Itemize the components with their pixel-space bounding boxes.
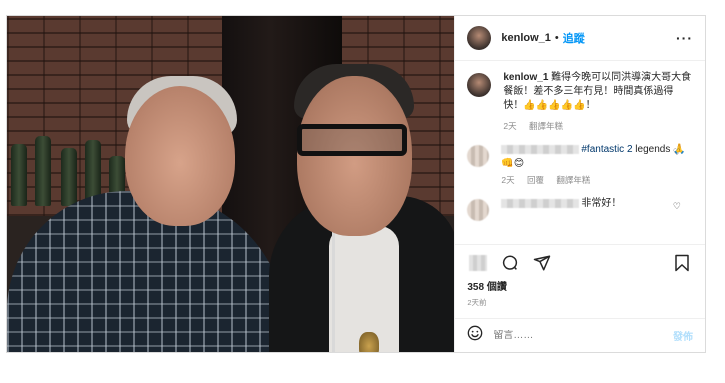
comment-meta: 2天 回覆 翻譯年糕 — [501, 173, 693, 187]
blurred-avatar[interactable] — [467, 199, 490, 221]
translate-link[interactable]: 翻譯年糕 — [529, 121, 563, 131]
left-person-face — [125, 86, 235, 226]
jacket-stripe — [275, 211, 335, 352]
emoji-icon[interactable] — [467, 325, 483, 346]
comments-list[interactable]: kenlow_1 難得今晚可以同洪導演大哥大食餐飯！差不多三年冇見！時間真係過得… — [455, 61, 705, 244]
post-header: kenlow_1 • 追蹤 ··· — [455, 16, 705, 61]
header-username[interactable]: kenlow_1 — [501, 32, 551, 44]
hashtag-link[interactable]: #fantastic 2 — [581, 144, 632, 155]
follow-button[interactable]: 追蹤 — [563, 30, 585, 46]
comment-input[interactable] — [493, 330, 673, 341]
like-heart-icon[interactable] — [467, 252, 489, 274]
blurred-username[interactable] — [501, 198, 580, 208]
pendant — [359, 332, 379, 352]
blurred-avatar[interactable] — [467, 145, 490, 167]
separator-dot: • — [554, 32, 559, 44]
add-comment-bar: 發佈 — [455, 318, 705, 352]
comment-item: #fantastic 2 legends 🙏👊😊 2天 回覆 翻譯年糕 ♡ — [467, 143, 693, 187]
post-comment-button[interactable]: 發佈 — [673, 328, 693, 343]
comment-text: 非常好！ — [581, 198, 622, 209]
comment-item: 非常好！ ♡ — [467, 197, 693, 221]
comment-icon[interactable] — [499, 252, 521, 274]
avatar[interactable] — [467, 73, 492, 97]
post-time[interactable]: 2天前 — [455, 296, 705, 312]
comment-like-heart-icon[interactable]: ♡ — [673, 147, 681, 158]
post-side-panel: kenlow_1 • 追蹤 ··· kenlow_1 難得今晚可以同洪導演大哥大… — [454, 16, 705, 352]
more-horizontal-icon[interactable]: ··· — [676, 30, 693, 46]
blurred-username[interactable] — [501, 144, 580, 154]
comment-like-heart-icon[interactable]: ♡ — [673, 201, 681, 212]
reply-link[interactable]: 回覆 — [527, 175, 544, 185]
action-bar — [455, 244, 705, 280]
caption-username[interactable]: kenlow_1 — [503, 72, 548, 83]
post-photo[interactable] — [7, 16, 455, 352]
comment-age[interactable]: 2天 — [501, 175, 514, 185]
bookmark-icon[interactable] — [671, 252, 693, 274]
avatar[interactable] — [467, 26, 492, 50]
post-card: kenlow_1 • 追蹤 ··· kenlow_1 難得今晚可以同洪導演大哥大… — [6, 15, 706, 353]
translate-link[interactable]: 翻譯年糕 — [556, 175, 590, 185]
share-icon[interactable] — [531, 252, 553, 274]
caption-meta: 2天 翻譯年糕 — [503, 119, 693, 133]
glasses — [297, 124, 407, 156]
likes-count[interactable]: 358 個讚 — [455, 280, 705, 296]
caption-age[interactable]: 2天 — [503, 121, 516, 131]
caption: kenlow_1 難得今晚可以同洪導演大哥大食餐飯！差不多三年冇見！時間真係過得… — [467, 71, 693, 133]
right-person-face — [297, 76, 412, 236]
